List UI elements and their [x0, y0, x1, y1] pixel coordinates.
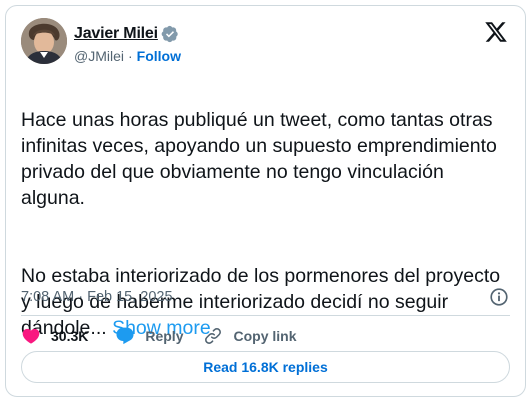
heart-icon	[22, 328, 40, 344]
copy-link-label: Copy link	[233, 328, 297, 344]
tweet-paragraph-1: Hace unas horas publiqué un tweet, como …	[21, 109, 497, 209]
author-identity: Javier Milei @JMilei · Follow	[74, 24, 181, 64]
copy-link-button[interactable]: Copy link	[203, 326, 297, 346]
action-bar: 30.3K Reply Copy link	[21, 325, 317, 347]
like-count: 30.3K	[51, 328, 89, 344]
reply-bubble-icon	[116, 327, 134, 345]
author-avatar[interactable]	[21, 18, 67, 64]
separator-dot: ·	[128, 48, 133, 64]
tweet-timestamp[interactable]: 7:08 AM · Feb 15, 2025	[21, 289, 173, 305]
follow-button[interactable]: Follow	[137, 48, 181, 64]
author-name[interactable]: Javier Milei	[74, 25, 158, 43]
read-replies-label: Read 16.8K replies	[203, 359, 328, 375]
reply-button[interactable]: Reply	[115, 326, 183, 346]
name-row: Javier Milei	[74, 24, 181, 44]
tweet-header: Javier Milei @JMilei · Follow	[21, 18, 510, 68]
info-icon[interactable]	[488, 286, 510, 308]
reply-label: Reply	[145, 328, 184, 344]
verified-badge-icon	[161, 25, 178, 43]
handle-row: @JMilei · Follow	[74, 48, 181, 64]
link-icon	[205, 328, 222, 344]
author-handle[interactable]: @JMilei	[74, 48, 124, 64]
tweet-meta: 7:08 AM · Feb 15, 2025	[21, 286, 510, 308]
x-logo-icon[interactable]	[484, 20, 508, 44]
read-replies-button[interactable]: Read 16.8K replies	[21, 351, 510, 383]
divider	[21, 315, 510, 316]
profile-photo-icon	[21, 18, 67, 64]
like-button[interactable]: 30.3K	[21, 326, 88, 346]
tweet-embed-card: Javier Milei @JMilei · Follow Hace unas …	[5, 5, 526, 397]
